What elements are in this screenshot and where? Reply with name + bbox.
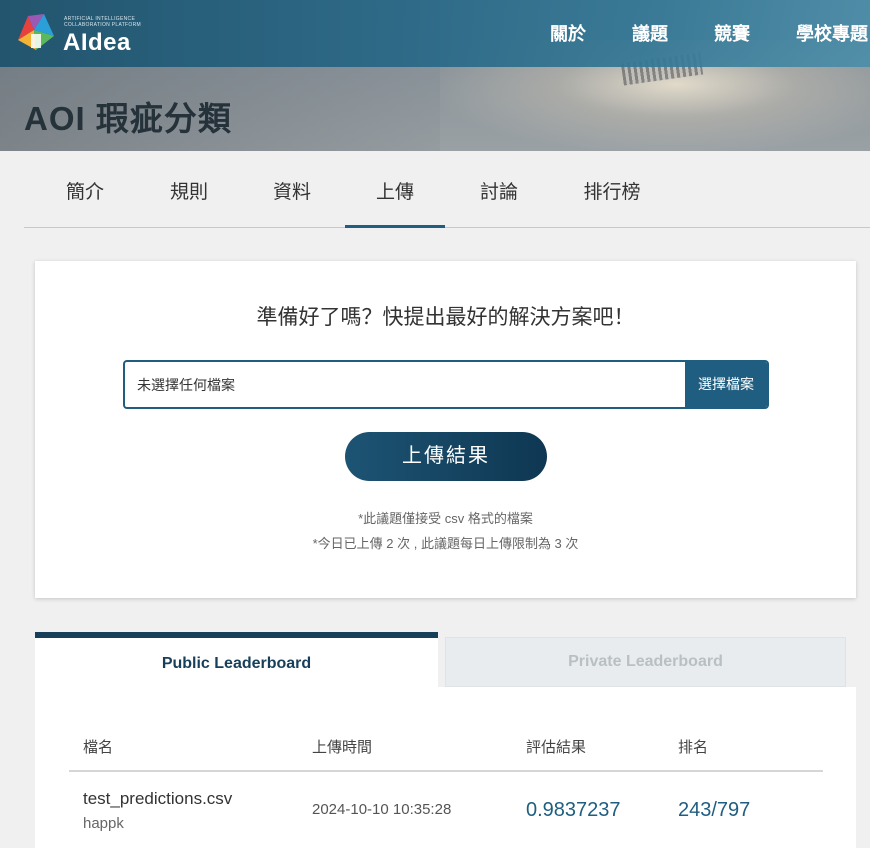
hero-banner: ARTIFICIAL INTELLIGENCE COLLABORATION PL…: [0, 0, 870, 151]
column-header-rank: 排名: [678, 739, 709, 756]
column-header-upload-time: 上傳時間: [312, 739, 373, 756]
column-header-filename: 檔名: [83, 739, 114, 756]
file-input-placeholder: 未選擇任何檔案: [137, 377, 235, 393]
row-username: happk: [83, 815, 124, 832]
tab-public-leaderboard[interactable]: Public Leaderboard: [35, 632, 438, 688]
row-score: 0.9837237: [526, 799, 621, 821]
nav-topics[interactable]: 議題: [632, 20, 668, 46]
aidea-logo[interactable]: ARTIFICIAL INTELLIGENCE COLLABORATION PL…: [14, 10, 154, 56]
tab-rules[interactable]: 規則: [148, 162, 230, 228]
choose-file-button[interactable]: 選擇檔案: [685, 362, 767, 407]
logo-wordmark: AIdea: [63, 29, 131, 56]
format-note: *此議題僅接受 csv 格式的檔案: [358, 511, 533, 526]
top-navigation-bar: ARTIFICIAL INTELLIGENCE COLLABORATION PL…: [0, 0, 870, 67]
upload-result-button[interactable]: 上傳結果: [345, 432, 547, 481]
logo-mark-icon: [18, 14, 54, 50]
file-input[interactable]: 未選擇任何檔案 選擇檔案: [123, 360, 769, 409]
upload-heading: 準備好了嗎？快提出最好的解決方案吧！: [256, 306, 635, 329]
row-rank: 243/797: [678, 799, 751, 821]
tab-private-leaderboard[interactable]: Private Leaderboard: [445, 637, 846, 687]
row-upload-time: 2024-10-10 10:35:28: [312, 801, 452, 818]
row-filename: test_predictions.csv: [83, 789, 233, 808]
nav-school-projects[interactable]: 學校專題: [796, 20, 868, 46]
column-header-score: 評估結果: [526, 739, 587, 756]
upload-card: 準備好了嗎？快提出最好的解決方案吧！ 未選擇任何檔案 選擇檔案 上傳結果 *此議…: [35, 261, 856, 598]
topic-tabs: 簡介 規則 資料 上傳 討論 排行榜: [24, 162, 870, 228]
upload-limit-note: *今日已上傳 2 次 , 此議題每日上傳限制為 3 次: [312, 536, 579, 551]
tab-leaderboard[interactable]: 排行榜: [569, 162, 655, 228]
tab-upload[interactable]: 上傳: [345, 162, 445, 228]
tab-data[interactable]: 資料: [251, 162, 333, 228]
nav-competitions[interactable]: 競賽: [714, 20, 750, 46]
logo-subtitle: ARTIFICIAL INTELLIGENCE COLLABORATION PL…: [64, 16, 141, 28]
leaderboard-panel: 檔名 上傳時間 評估結果 排名 test_predictions.csv hap…: [35, 687, 856, 848]
table-header-divider: [69, 770, 823, 772]
tab-discussion[interactable]: 討論: [458, 162, 540, 228]
page-title: AOI 瑕疵分類: [24, 100, 232, 137]
main-nav: 關於 議題 競賽 學校專題: [550, 20, 870, 46]
tab-intro[interactable]: 簡介: [44, 162, 126, 228]
nav-about[interactable]: 關於: [550, 20, 586, 46]
